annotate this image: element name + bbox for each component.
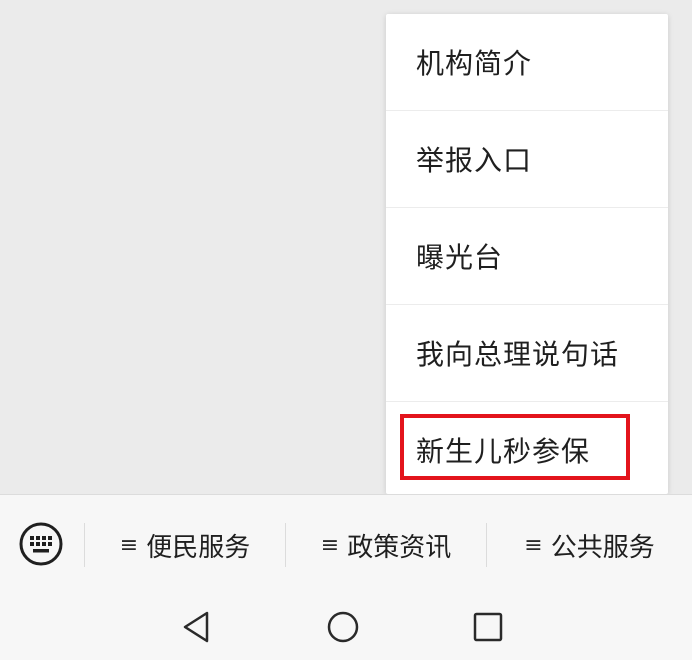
menu-bar-label: 政策资讯 — [347, 532, 452, 563]
menu-lines-icon: ≡ — [119, 532, 139, 558]
back-triangle-icon[interactable] — [177, 607, 217, 647]
submenu-popup: 机构简介 举报入口 曝光台 我向总理说句话 新生儿秒参保 — [386, 14, 668, 494]
menu-lines-icon: ≡ — [524, 532, 543, 558]
menu-bar-policy-news[interactable]: ≡ 政策资讯 — [286, 495, 486, 595]
menu-item-newborn-insurance[interactable]: 新生儿秒参保 — [386, 402, 668, 498]
menu-item-label: 机构简介 — [416, 47, 533, 80]
menu-bar-convenience-services[interactable]: ≡ 便民服务 — [85, 495, 285, 595]
menu-item-exposure-platform[interactable]: 曝光台 — [386, 208, 668, 304]
system-nav-bar — [0, 594, 692, 660]
recents-square-icon[interactable] — [468, 607, 508, 647]
bottom-menu-bar: ≡ 便民服务 ≡ 政策资讯 ≡ 公共服务 — [0, 494, 692, 594]
menu-item-organization-intro[interactable]: 机构简介 — [386, 14, 668, 110]
menu-item-report-entry[interactable]: 举报入口 — [386, 111, 668, 207]
menu-bar-public-services[interactable]: ≡ 公共服务 — [487, 495, 692, 595]
menu-lines-icon: ≡ — [320, 532, 340, 558]
menu-item-label: 曝光台 — [416, 241, 504, 274]
menu-item-label: 新生儿秒参保 — [416, 435, 591, 468]
keyboard-icon[interactable] — [18, 521, 64, 567]
menu-bar-label: 便民服务 — [146, 532, 251, 563]
menu-bar-label: 公共服务 — [550, 532, 655, 563]
menu-item-message-premier[interactable]: 我向总理说句话 — [386, 305, 668, 401]
menu-item-label: 我向总理说句话 — [416, 338, 620, 371]
home-circle-icon[interactable] — [323, 607, 363, 647]
menu-item-label: 举报入口 — [416, 144, 533, 177]
